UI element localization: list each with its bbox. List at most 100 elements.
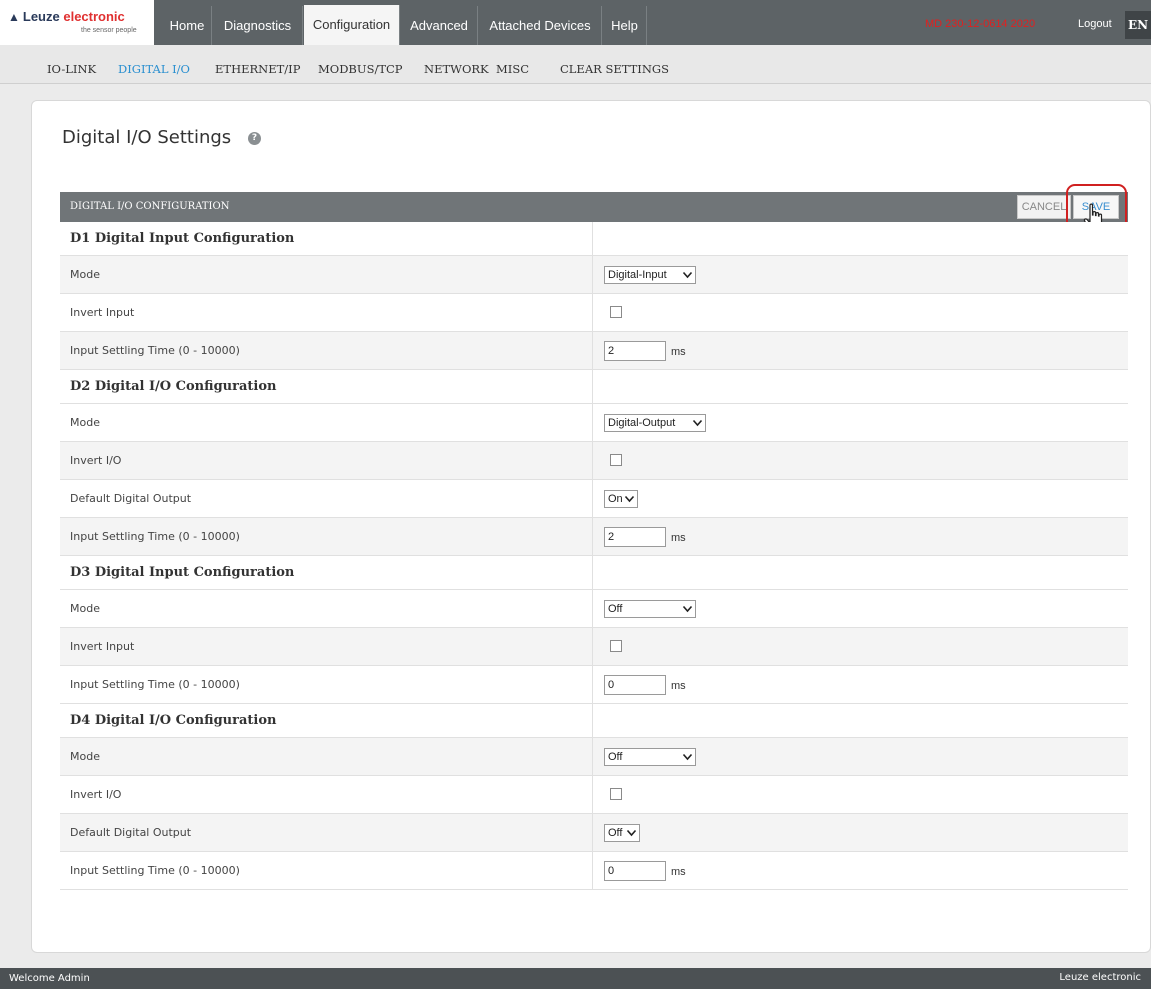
question-circle-icon[interactable]: ?	[248, 132, 261, 145]
unit-label: ms	[671, 680, 686, 692]
setting-label-cell: Invert Input	[60, 294, 593, 331]
chevron-down-icon	[692, 415, 703, 437]
mode-select[interactable]: Digital-Output	[604, 414, 706, 432]
setting-label-cell: Invert I/O	[60, 776, 593, 813]
setting-label: Mode	[70, 268, 100, 281]
invert-checkbox[interactable]	[610, 454, 622, 466]
select-value: Digital-Input	[608, 269, 667, 281]
section-label-cell: D3 Digital Input Configuration	[60, 556, 593, 589]
default-output-select[interactable]: Off	[604, 824, 640, 842]
setting-row: Mode Off	[60, 738, 1128, 776]
setting-row: Input Settling Time (0 - 10000) 2 ms	[60, 518, 1128, 556]
brand-accent: electronic	[63, 9, 125, 24]
sub-nav: IO-LINK DIGITAL I/O ETHERNET/IP MODBUS/TCP N…	[0, 56, 1151, 84]
chevron-down-icon	[626, 825, 637, 847]
logout-link[interactable]: Logout	[1078, 18, 1112, 30]
setting-label-cell: Mode	[60, 738, 593, 775]
select-value: Off	[608, 827, 623, 839]
setting-label: Mode	[70, 416, 100, 429]
brand-prefix: Leuze	[22, 9, 64, 24]
unit-label: ms	[671, 866, 686, 878]
welcome-text: Welcome Admin	[9, 973, 90, 984]
subnav-ethernet-ip[interactable]: ETHERNET/IP	[215, 62, 300, 76]
nav-tab-help[interactable]: Help	[603, 6, 647, 45]
section-label-cell: D1 Digital Input Configuration	[60, 222, 593, 255]
mode-select[interactable]: Digital-Input	[604, 266, 696, 284]
nav-tab-configuration[interactable]: Configuration	[304, 5, 400, 45]
setting-row: Input Settling Time (0 - 10000) 0 ms	[60, 852, 1128, 890]
setting-row: Mode Digital-Input	[60, 256, 1128, 294]
setting-row: Mode Digital-Output	[60, 404, 1128, 442]
mode-select[interactable]: Off	[604, 600, 696, 618]
nav-tab-diagnostics[interactable]: Diagnostics	[213, 6, 303, 45]
setting-label-cell: Mode	[60, 404, 593, 441]
setting-label-cell: Input Settling Time (0 - 10000)	[60, 666, 593, 703]
setting-label: Mode	[70, 602, 100, 615]
default-output-select[interactable]: On	[604, 490, 638, 508]
setting-label: Input Settling Time (0 - 10000)	[70, 864, 240, 877]
setting-label-cell: Invert Input	[60, 628, 593, 665]
nav-tab-home[interactable]: Home	[163, 6, 212, 45]
setting-row: Invert I/O	[60, 442, 1128, 480]
settling-time-input[interactable]: 2	[604, 341, 666, 361]
section-title: D3 Digital Input Configuration	[70, 565, 295, 580]
setting-label-cell: Input Settling Time (0 - 10000)	[60, 852, 593, 889]
settling-time-input[interactable]: 2	[604, 527, 666, 547]
section-header-row: D1 Digital Input Configuration	[60, 222, 1128, 256]
section-title: D2 Digital I/O Configuration	[70, 379, 277, 394]
setting-label-cell: Default Digital Output	[60, 814, 593, 851]
setting-label-cell: Input Settling Time (0 - 10000)	[60, 332, 593, 369]
select-value: Digital-Output	[608, 417, 676, 429]
setting-row: Invert Input	[60, 294, 1128, 332]
settling-time-input[interactable]: 0	[604, 675, 666, 695]
page-title: Digital I/O Settings	[62, 127, 232, 148]
unit-label: ms	[671, 532, 686, 544]
invert-checkbox[interactable]	[610, 640, 622, 652]
setting-row: Input Settling Time (0 - 10000) 2 ms	[60, 332, 1128, 370]
setting-label-cell: Input Settling Time (0 - 10000)	[60, 518, 593, 555]
setting-label-cell: Default Digital Output	[60, 480, 593, 517]
subnav-network[interactable]: NETWORK	[424, 62, 489, 76]
section-header-row: D4 Digital I/O Configuration	[60, 704, 1128, 738]
nav-tab-attached-devices[interactable]: Attached Devices	[479, 6, 602, 45]
section-header-row: D2 Digital I/O Configuration	[60, 370, 1128, 404]
setting-label: Input Settling Time (0 - 10000)	[70, 530, 240, 543]
unit-label: ms	[671, 346, 686, 358]
device-serial: MD 230-12-0614 2020	[925, 18, 1036, 30]
setting-label-cell: Mode	[60, 256, 593, 293]
mode-select[interactable]: Off	[604, 748, 696, 766]
select-value: Off	[608, 751, 623, 763]
brand-name: ▲ Leuze electronic	[8, 9, 125, 24]
language-selector[interactable]: EN	[1125, 11, 1151, 39]
setting-label: Invert I/O	[70, 454, 122, 467]
setting-label: Default Digital Output	[70, 492, 192, 505]
brand-logo[interactable]: ▲ Leuze electronic the sensor people	[0, 0, 154, 45]
section-header-row: D3 Digital Input Configuration	[60, 556, 1128, 590]
setting-label: Input Settling Time (0 - 10000)	[70, 344, 240, 357]
subnav-modbus-tcp[interactable]: MODBUS/TCP	[318, 62, 403, 76]
setting-label: Invert I/O	[70, 788, 122, 801]
select-value: Off	[608, 603, 623, 615]
subnav-io-link[interactable]: IO-LINK	[47, 62, 96, 76]
setting-row: Invert Input	[60, 628, 1128, 666]
subnav-digital-i-o[interactable]: DIGITAL I/O	[118, 62, 190, 76]
table-header: DIGITAL I/O CONFIGURATION	[60, 192, 1128, 222]
select-value: On	[608, 493, 623, 505]
brand-tagline: the sensor people	[81, 27, 137, 34]
section-label-cell: D2 Digital I/O Configuration	[60, 370, 593, 403]
chevron-down-icon	[682, 601, 693, 623]
top-bar: ▲ Leuze electronic the sensor people Home…	[0, 0, 1151, 56]
setting-label: Input Settling Time (0 - 10000)	[70, 678, 240, 691]
footer-brand: Leuze electronic	[1059, 972, 1141, 983]
nav-tab-advanced[interactable]: Advanced	[401, 6, 478, 45]
invert-checkbox[interactable]	[610, 788, 622, 800]
cancel-button[interactable]: CANCEL	[1017, 195, 1071, 219]
subnav-clear-settings[interactable]: CLEAR SETTINGS	[560, 62, 669, 76]
settling-time-input[interactable]: 0	[604, 861, 666, 881]
chevron-down-icon	[682, 267, 693, 289]
setting-row: Input Settling Time (0 - 10000) 0 ms	[60, 666, 1128, 704]
table-header-title: DIGITAL I/O CONFIGURATION	[70, 201, 230, 212]
setting-label: Default Digital Output	[70, 826, 192, 839]
subnav-misc[interactable]: MISC	[496, 62, 529, 76]
invert-checkbox[interactable]	[610, 306, 622, 318]
